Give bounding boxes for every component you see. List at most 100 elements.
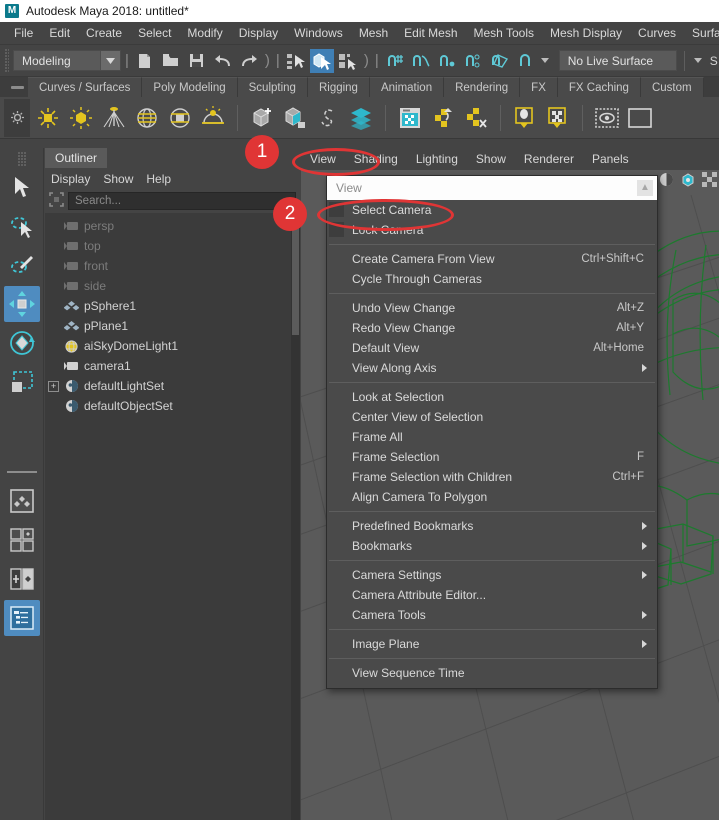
viewport-menu-panels[interactable]: Panels [583, 148, 638, 170]
arnold-texture-flush-icon[interactable] [543, 101, 573, 135]
menu-edit-mesh[interactable]: Edit Mesh [396, 22, 465, 45]
viewport-menu-renderer[interactable]: Renderer [515, 148, 583, 170]
xray-shading-icon[interactable] [659, 172, 674, 191]
lasso-select-tool-icon[interactable] [4, 208, 40, 244]
snap-to-curve-icon[interactable] [409, 49, 433, 73]
shelf-tab-fx-caching[interactable]: FX Caching [557, 77, 641, 97]
select-tool-icon[interactable] [4, 169, 40, 205]
outliner-item-camera1[interactable]: camera1 [45, 356, 300, 376]
menu-item-create-camera-from-view[interactable]: Create Camera From View Ctrl+Shift+C [327, 249, 657, 269]
four-pane-layout-icon[interactable] [4, 522, 40, 558]
new-scene-icon[interactable] [133, 49, 157, 73]
menu-mesh[interactable]: Mesh [351, 22, 396, 45]
xray-joints-icon[interactable] [680, 172, 696, 191]
snap-to-grid-icon[interactable] [383, 49, 407, 73]
shelf-tab-custom[interactable]: Custom [640, 77, 704, 97]
make-live-icon[interactable] [513, 49, 537, 73]
shelf-drag-handle[interactable] [6, 77, 28, 97]
arnold-render-view-icon[interactable] [395, 101, 425, 135]
rotate-tool-icon[interactable] [4, 325, 40, 361]
menu-create[interactable]: Create [78, 22, 130, 45]
export-standin-icon[interactable] [280, 101, 310, 135]
paint-select-tool-icon[interactable] [4, 247, 40, 283]
menu-item-undo-view-change[interactable]: Undo View Change Alt+Z [327, 298, 657, 318]
outliner-item-psphere1[interactable]: pSphere1 [45, 296, 300, 316]
shelf-tab-sculpting[interactable]: Sculpting [237, 77, 308, 97]
move-tool-icon[interactable] [3, 286, 40, 322]
menu-item-frame-all[interactable]: Frame All [327, 427, 657, 447]
outliner-item-front[interactable]: front [45, 256, 300, 276]
outliner-tab[interactable]: Outliner [45, 148, 108, 168]
snap-options-chevron-down-icon[interactable] [539, 58, 551, 63]
undo-icon[interactable] [211, 49, 235, 73]
open-scene-icon[interactable] [159, 49, 183, 73]
menu-modify[interactable]: Modify [179, 22, 230, 45]
menu-set-selector[interactable]: Modeling [13, 50, 121, 71]
menu-windows[interactable]: Windows [286, 22, 351, 45]
view-dropdown-menu[interactable]: View ▲ Select Camera Lock Camera Create … [326, 175, 658, 689]
arnold-light-flush-icon[interactable] [510, 101, 540, 135]
arnold-area-light-icon[interactable] [33, 101, 63, 135]
tear-off-icon[interactable]: ▲ [637, 180, 653, 196]
arnold-settings-icon[interactable] [625, 101, 655, 135]
menu-mesh-display[interactable]: Mesh Display [542, 22, 630, 45]
toolbox-grip-handle[interactable] [17, 152, 26, 166]
single-pane-layout-icon[interactable] [4, 483, 40, 519]
menu-item-align-camera-to-polygon[interactable]: Align Camera To Polygon [327, 487, 657, 507]
outliner-item-pplane1[interactable]: pPlane1 [45, 316, 300, 336]
arnold-volume-icon[interactable] [313, 101, 343, 135]
menu-item-camera-tools[interactable]: Camera Tools [327, 605, 657, 625]
scale-tool-icon[interactable] [4, 364, 40, 400]
outliner-item-persp[interactable]: persp [45, 216, 300, 236]
shelf-tab-fx[interactable]: FX [520, 77, 558, 97]
snap-to-projected-center-icon[interactable] [461, 49, 485, 73]
menu-item-camera-settings[interactable]: Camera Settings [327, 565, 657, 585]
menu-item-center-view-of-selection[interactable]: Center View of Selection [327, 407, 657, 427]
menu-item-image-plane[interactable]: Image Plane [327, 634, 657, 654]
menu-surfaces[interactable]: Surfaces [684, 22, 719, 45]
shelf-tab-rigging[interactable]: Rigging [307, 77, 370, 97]
snap-to-point-icon[interactable] [435, 49, 459, 73]
arnold-close-render-icon[interactable] [461, 101, 491, 135]
arnold-mesh-light-icon[interactable] [66, 101, 96, 135]
outliner-item-defaultobjectset[interactable]: defaultObjectSet [45, 396, 300, 416]
expand-toggle-icon[interactable]: + [48, 380, 59, 392]
menu-item-frame-selection-with-children[interactable]: Frame Selection with Children Ctrl+F [327, 467, 657, 487]
wireframe-on-shaded-icon[interactable] [702, 172, 717, 191]
menu-display[interactable]: Display [231, 22, 286, 45]
arnold-scene-view-icon[interactable] [592, 101, 622, 135]
toolbar-grip-handle[interactable] [4, 48, 11, 74]
viewport-menu-show[interactable]: Show [467, 148, 515, 170]
menu-item-frame-selection[interactable]: Frame Selection F [327, 447, 657, 467]
outliner-scrollbar-thumb[interactable] [292, 215, 299, 335]
arnold-sky-icon[interactable] [165, 101, 195, 135]
menu-select[interactable]: Select [130, 22, 179, 45]
two-pane-layout-icon[interactable] [4, 561, 40, 597]
menu-file[interactable]: File [6, 22, 41, 45]
menu-item-redo-view-change[interactable]: Redo View Change Alt+Y [327, 318, 657, 338]
menu-item-default-view[interactable]: Default View Alt+Home [327, 338, 657, 358]
shelf-options-gear-icon[interactable] [4, 98, 30, 137]
select-by-hierarchy-icon[interactable] [284, 49, 308, 73]
menu-item-cycle-through-cameras[interactable]: Cycle Through Cameras [327, 269, 657, 289]
outliner-search-input[interactable]: Search... [68, 192, 296, 210]
arnold-skydome-light-icon[interactable] [132, 101, 162, 135]
outliner-menu-show[interactable]: Show [103, 172, 142, 186]
more-options-chevron-down-icon[interactable] [692, 58, 704, 63]
viewport-menu-lighting[interactable]: Lighting [407, 148, 467, 170]
shelf-tab-poly-modeling[interactable]: Poly Modeling [142, 77, 238, 97]
menu-item-view-sequence-time[interactable]: View Sequence Time [327, 663, 657, 683]
menu-item-camera-attribute-editor[interactable]: Camera Attribute Editor... [327, 585, 657, 605]
outliner-item-aiskydomelight1[interactable]: aiSkyDomeLight1 [45, 336, 300, 356]
outliner-filter-icon[interactable] [49, 192, 64, 210]
outliner-tree[interactable]: persp top front side pSphere1 pPlane1 ai… [45, 213, 300, 820]
menu-mesh-tools[interactable]: Mesh Tools [466, 22, 542, 45]
arnold-stack-icon[interactable] [346, 101, 376, 135]
view-menu-title-bar[interactable]: View ▲ [327, 176, 657, 200]
menu-item-view-along-axis[interactable]: View Along Axis [327, 358, 657, 378]
menu-curves[interactable]: Curves [630, 22, 684, 45]
snap-to-view-plane-icon[interactable] [487, 49, 511, 73]
menu-item-look-at-selection[interactable]: Look at Selection [327, 387, 657, 407]
select-by-component-icon[interactable] [336, 49, 360, 73]
outliner-menu-display[interactable]: Display [51, 172, 99, 186]
